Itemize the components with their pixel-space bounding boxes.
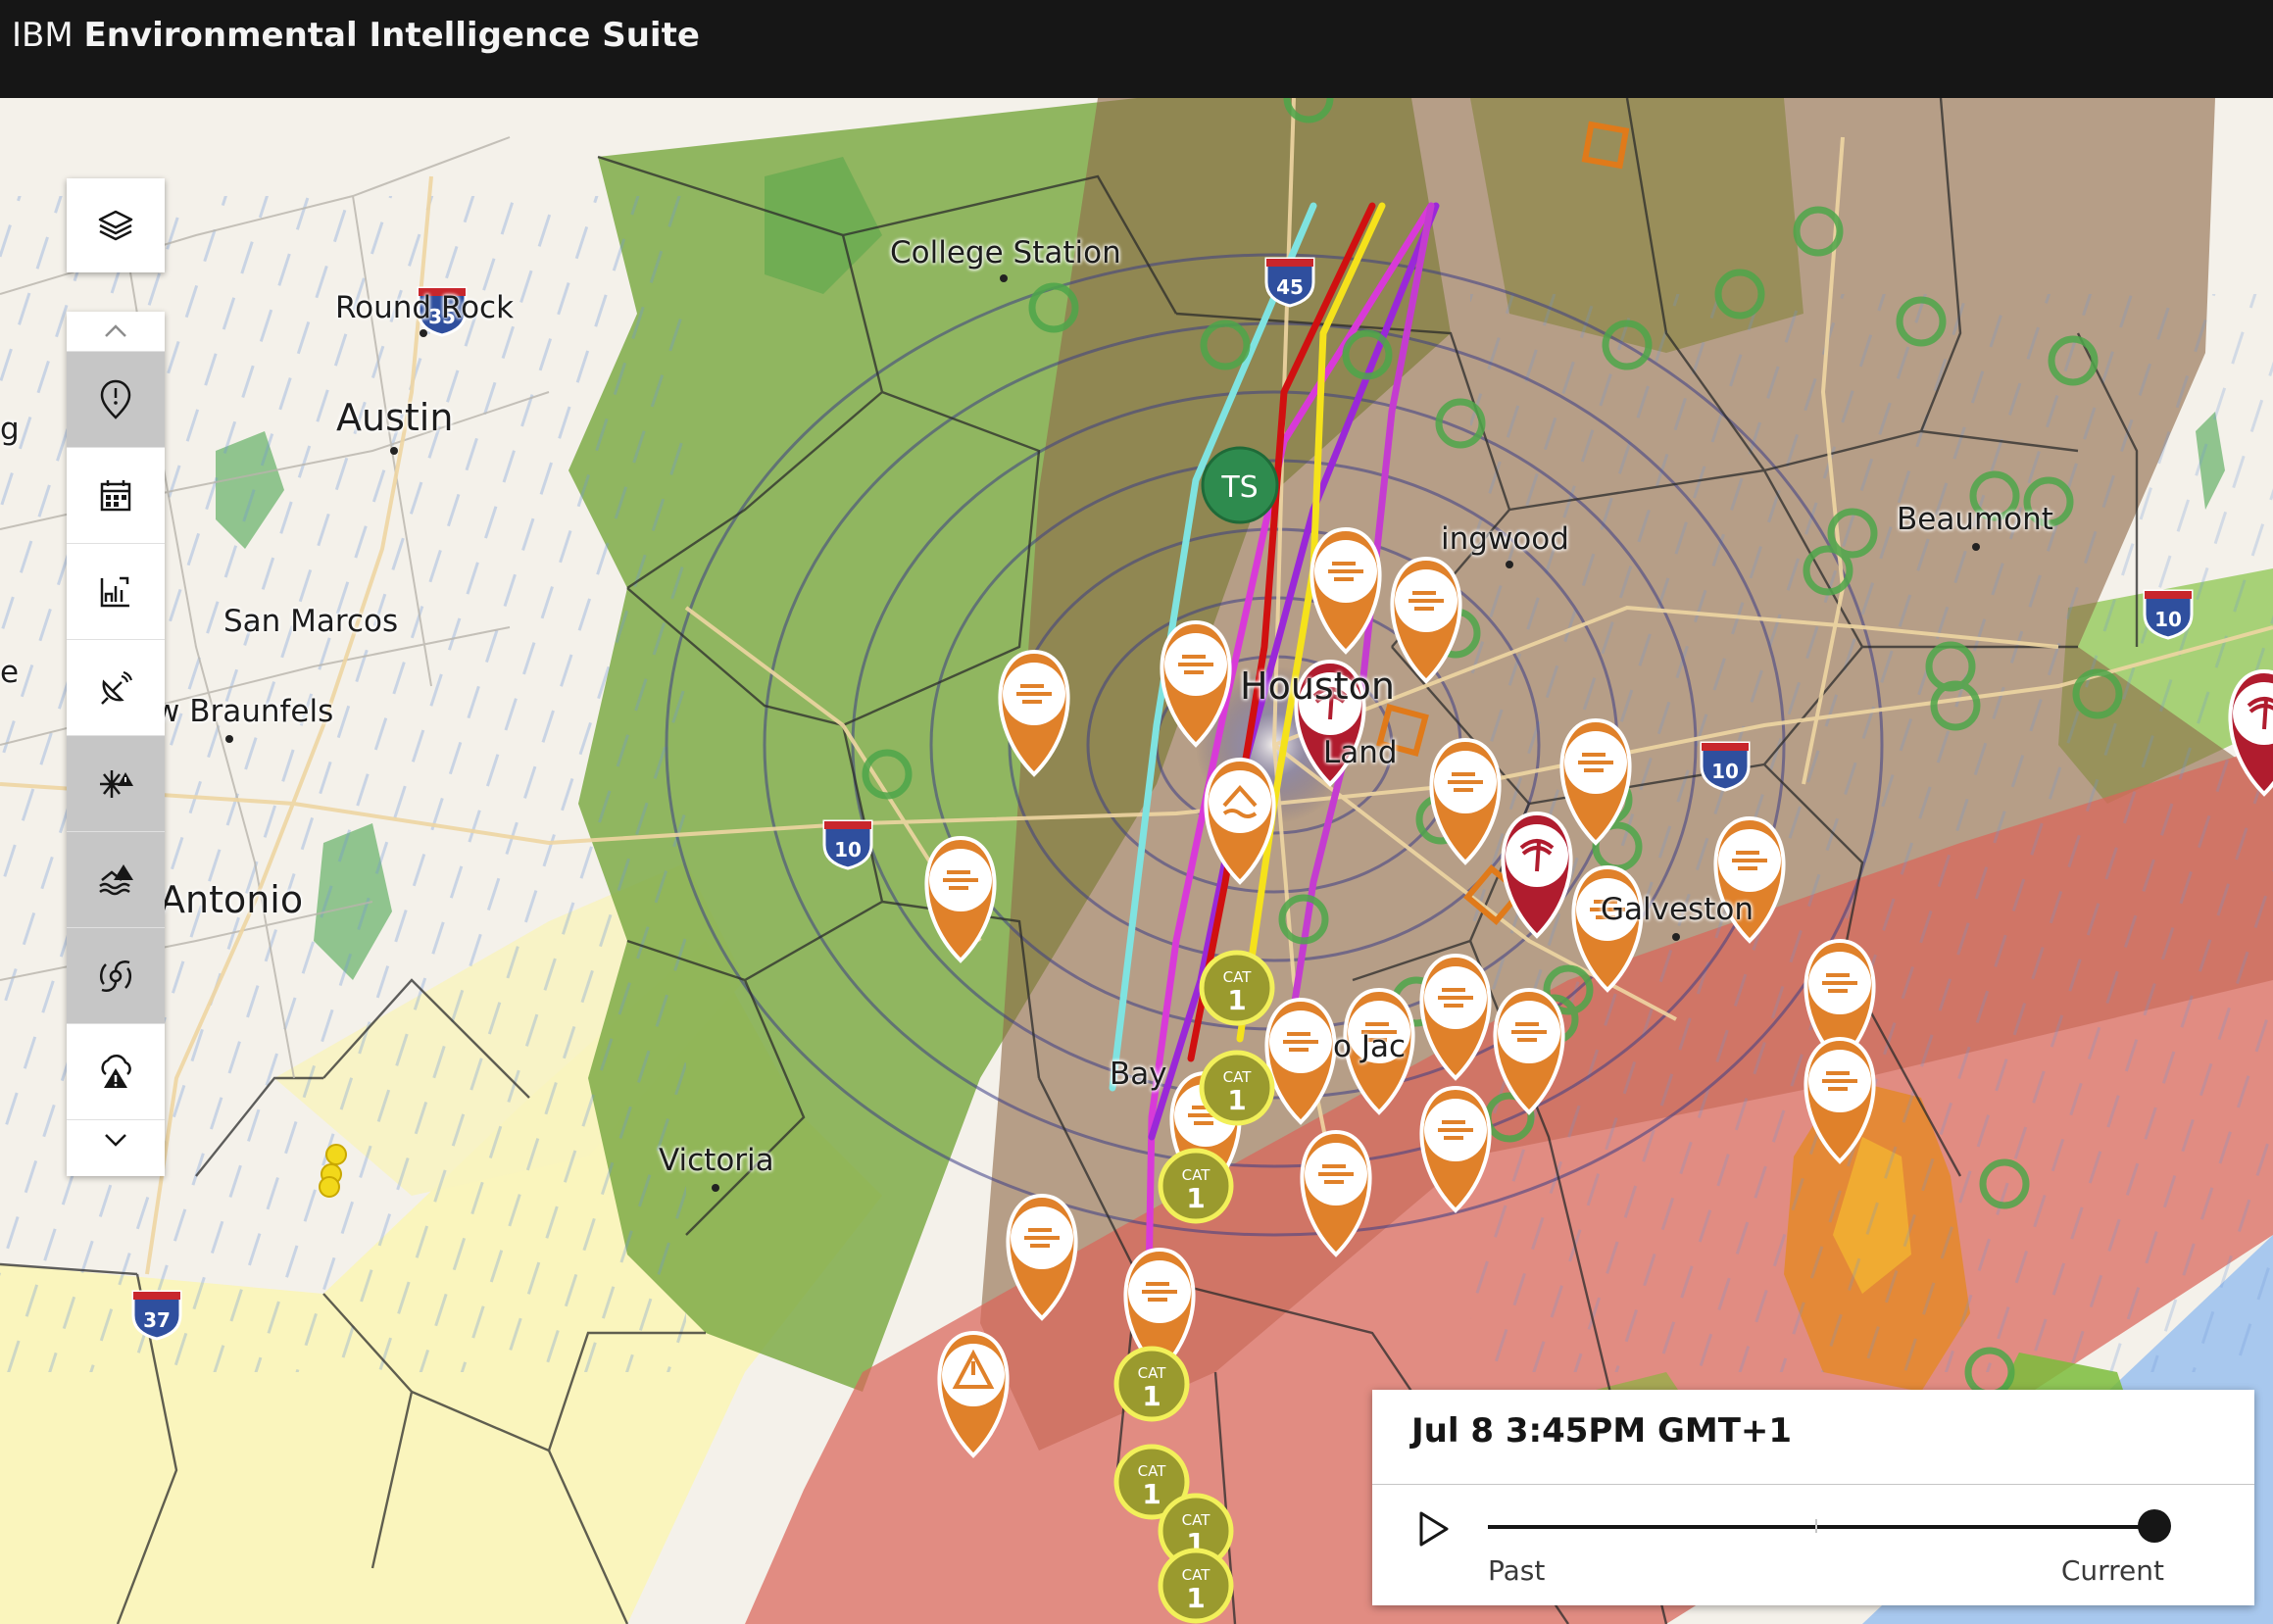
place-label: Austin <box>336 396 454 439</box>
place-label: Round Rock <box>335 290 515 325</box>
satellite-dish-tool[interactable] <box>67 639 165 735</box>
city-dot <box>1000 274 1008 282</box>
layers-button[interactable] <box>67 178 165 272</box>
place-label: w Braunfels <box>155 694 334 729</box>
product-name: Environmental Intelligence Suite <box>83 16 700 55</box>
place-label: Antonio <box>160 878 304 921</box>
highway-number: 37 <box>143 1308 171 1332</box>
storm-alert-icon <box>101 1054 131 1088</box>
highway-number: 10 <box>834 838 862 861</box>
interstate-shield: 45 <box>1264 257 1315 308</box>
city-dot <box>1506 561 1513 568</box>
timeline-divider <box>1372 1484 2254 1485</box>
scroll-down-button[interactable] <box>67 1119 165 1159</box>
snowflake-alert-icon <box>100 769 133 798</box>
hurricane-tool[interactable] <box>67 927 165 1023</box>
calendar-grid-icon <box>100 479 131 511</box>
scroll-up-button[interactable] <box>67 312 165 351</box>
city-dot <box>712 1184 719 1192</box>
layers-icon <box>98 210 133 241</box>
product-title[interactable]: IBM Environmental Intelligence Suite <box>12 16 700 55</box>
place-label: Houston <box>1240 664 1395 708</box>
place-label: g <box>0 412 20 447</box>
category-marker: CAT 1 <box>1113 1346 1190 1422</box>
play-icon[interactable] <box>1411 1505 1455 1552</box>
highway-number: 10 <box>1711 760 1739 783</box>
interstate-shield: 37 <box>131 1290 182 1341</box>
tropical-storm-marker: TS <box>1201 446 1279 524</box>
timeline-start-label: Past <box>1488 1554 1546 1587</box>
category-marker: CAT 1 <box>1199 950 1275 1026</box>
timeline-panel: Jul 8 3:45PM GMT+1 Past Current <box>1372 1390 2254 1605</box>
highway-number: 45 <box>1276 275 1304 299</box>
category-value: 1 <box>1142 1380 1161 1412</box>
place-label: Galveston <box>1601 892 1754 927</box>
place-label: Land <box>1323 735 1398 770</box>
chart-map-icon <box>100 576 129 607</box>
flood-alert-tool[interactable] <box>67 831 165 927</box>
place-label: Victoria <box>659 1143 774 1178</box>
place-label: San Marcos <box>223 604 399 639</box>
category-value: 1 <box>1186 1182 1205 1214</box>
highway-number: 10 <box>2154 608 2182 631</box>
chevron-up-icon <box>105 324 126 337</box>
calendar-grid-tool[interactable] <box>67 447 165 543</box>
chevron-down-icon <box>105 1134 126 1147</box>
interstate-shield: 10 <box>2143 589 2194 640</box>
timeline-slider-handle[interactable] <box>2138 1509 2171 1543</box>
brand-prefix: IBM <box>12 16 74 55</box>
city-dot <box>390 447 398 455</box>
timeline-slider-tick <box>1815 1519 1817 1533</box>
satellite-dish-icon <box>101 670 133 705</box>
category-value: 1 <box>1227 984 1246 1016</box>
place-label: Beaumont <box>1897 502 2053 537</box>
category-marker: CAT 1 <box>1199 1050 1275 1126</box>
city-dot <box>1672 933 1680 941</box>
interstate-shield: 10 <box>1700 741 1751 792</box>
city-dot <box>1972 543 1980 551</box>
storm-alert-tool[interactable] <box>67 1023 165 1119</box>
timeline-slider-track[interactable] <box>1488 1525 2154 1529</box>
category-marker: CAT 1 <box>1158 1148 1234 1224</box>
place-label: Bay <box>1110 1057 1167 1092</box>
snowflake-alert-tool[interactable] <box>67 735 165 831</box>
hurricane-icon <box>100 960 131 992</box>
storm-symbol: TS <box>1220 470 1258 505</box>
category-value: 1 <box>1142 1478 1161 1510</box>
category-value: 1 <box>1186 1582 1205 1614</box>
city-dot <box>420 329 427 337</box>
chart-map-tool[interactable] <box>67 543 165 639</box>
top-navigation-bar: IBM Environmental Intelligence Suite <box>0 0 2273 98</box>
map-tools-panel <box>67 312 165 1176</box>
current-time-label: Jul 8 3:45PM GMT+1 <box>1411 1411 1793 1451</box>
place-label: College Station <box>890 235 1121 271</box>
flood-alert-icon <box>99 863 133 895</box>
alert-location-tool[interactable] <box>67 351 165 447</box>
place-label: o Jac <box>1333 1029 1407 1064</box>
place-label: e <box>0 655 20 690</box>
timeline-end-label: Current <box>2060 1554 2164 1587</box>
category-marker: CAT 1 <box>1158 1548 1234 1624</box>
place-label: ingwood <box>1441 521 1569 557</box>
alert-location-icon <box>100 379 131 419</box>
city-dot <box>225 735 233 743</box>
category-value: 1 <box>1227 1084 1246 1116</box>
interstate-shield: 10 <box>822 819 873 870</box>
